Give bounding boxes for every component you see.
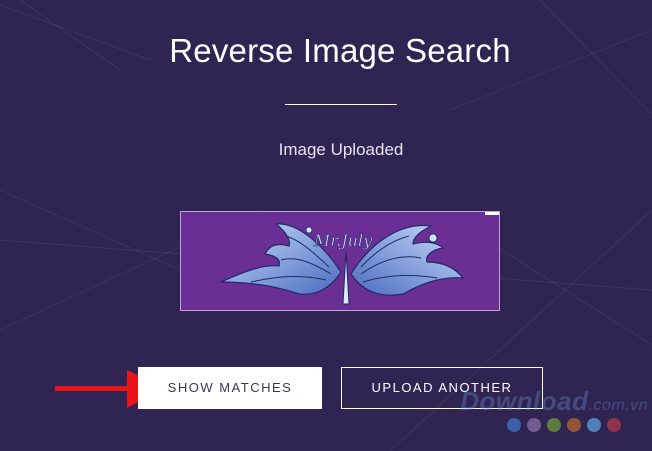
wings-logo-image: Mr.July: [220, 223, 465, 305]
watermark-dot: [567, 418, 581, 432]
watermark-dot: [547, 418, 561, 432]
image-corner-mark: [485, 212, 499, 215]
watermark-dot: [507, 418, 521, 432]
watermark: Download.com.vn: [0, 386, 648, 417]
watermark-text: Download: [460, 386, 589, 416]
title-divider: [285, 104, 397, 105]
watermark-dot: [527, 418, 541, 432]
upload-status: Image Uploaded: [278, 140, 404, 159]
image-caption: Mr.July: [313, 231, 373, 250]
uploaded-image-preview: Mr.July: [180, 211, 500, 311]
watermark-dot: [587, 418, 601, 432]
watermark-suffix: .com.vn: [588, 397, 648, 414]
watermark-dot: [607, 418, 621, 432]
page-title: Reverse Image Search: [169, 32, 511, 69]
